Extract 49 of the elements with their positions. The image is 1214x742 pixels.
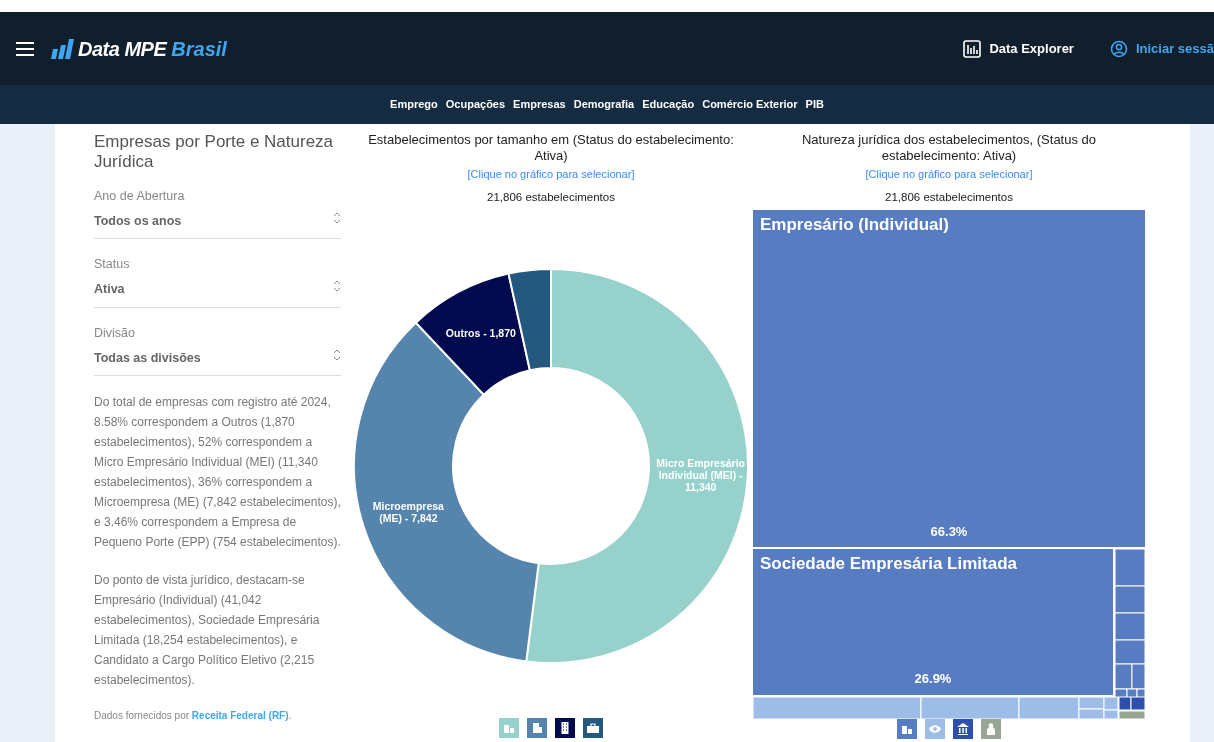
legend-button[interactable]: [555, 718, 575, 738]
chart-title: Estabelecimentos por tamanho em (Status do estabelecimento: Ativa): [367, 132, 735, 164]
building-icon: [530, 721, 544, 735]
explorer-link[interactable]: Data Explorer: [963, 38, 1074, 59]
bank-icon: [956, 721, 970, 736]
person-icon: [984, 721, 998, 736]
filter-label: Divisão: [94, 324, 136, 342]
logo[interactable]: Data MPE Brasil: [50, 33, 227, 64]
select-hint-link[interactable]: [Clique no gráfico para selecionar]: [467, 166, 635, 183]
select-field[interactable]: Todos os anos: [94, 211, 341, 240]
select-field[interactable]: Todas as divisões: [94, 348, 341, 377]
source-note: Dados fornecidos por Receita Federal (RF).: [94, 709, 293, 724]
nav-link[interactable]: Emprego: [390, 96, 438, 113]
nav-link[interactable]: Demografia: [573, 96, 635, 113]
slice-label: Outros - 1,870: [445, 327, 516, 340]
total-count: 21,806 estabelecimentos: [487, 189, 615, 205]
slice-label: Microempresa (ME) - 7,842: [371, 500, 445, 525]
bar-chart-icon: [50, 38, 74, 59]
chart-icon: [963, 39, 982, 58]
login-link[interactable]: Iniciar sessã: [1109, 38, 1214, 59]
nav-link[interactable]: Educação: [642, 96, 695, 113]
donut-slice[interactable]: [525, 267, 749, 664]
select-field[interactable]: Ativa: [94, 280, 341, 308]
summary-text: Do ponto de vista jurídico, destacam-se Empresário (Individual) (41,042 estabelecimentos), Sociedade Empresária Limitada (18,254 estabelecimentos), e Candidato a Cargo Político Eletivo (2,215 estabelecimentos).: [94, 572, 321, 690]
nav-link[interactable]: Comércio Exterior: [702, 96, 798, 113]
menu-icon: [16, 41, 34, 58]
slice-label: Micro Empresário Individual (MEI) - 11,340: [655, 457, 746, 494]
treemap-tile[interactable]: Empresário (Individual) 66.3%: [753, 209, 1145, 550]
summary-text: Do total de empresas com registro até 2024, 8.58% correspondem a Outros (1,870 estabelecimentos), 52% correspondem a Micro Empresário Individual (MEI) (11,340 estabelecimentos), 36% correspondem a Microempresa (ME) (7,842 estabelecimentos), e 3.46% correspondem a Empresa de Pequeno Porte (EPP) (754 estabelecimentos).: [94, 394, 341, 552]
chart-title: Natureza jurídica dos estabelecimentos, (Status do estabelecimento: Ativa): [800, 132, 1098, 164]
sort-icon: [333, 280, 341, 293]
filter-label: Ano de Abertura: [94, 187, 186, 205]
sort-icon: [333, 348, 341, 361]
panel-title: Empresas por Porte e Natureza Jurídica: [94, 132, 335, 173]
select-hint-link[interactable]: [Clique no gráfico para selecionar]: [865, 166, 1033, 183]
total-count: 21,806 estabelecimentos: [885, 189, 1013, 205]
nav-link[interactable]: Ocupações: [445, 96, 506, 113]
legend-button[interactable]: [583, 718, 603, 738]
treemap-tile[interactable]: Sociedade Empresária Limitada 26.9%: [753, 549, 1115, 697]
logo-text: Data MPE Brasil: [78, 36, 227, 62]
user-icon: [1109, 39, 1128, 58]
nav-link[interactable]: PIB: [805, 96, 824, 113]
sort-icon: [333, 211, 341, 224]
donut-slice[interactable]: [414, 272, 531, 396]
filter-label: Status: [94, 256, 131, 274]
donut-slice[interactable]: [353, 321, 540, 663]
nav-link[interactable]: Empresas: [513, 96, 566, 113]
briefcase-icon: [586, 721, 600, 735]
legend-button[interactable]: [953, 718, 973, 739]
